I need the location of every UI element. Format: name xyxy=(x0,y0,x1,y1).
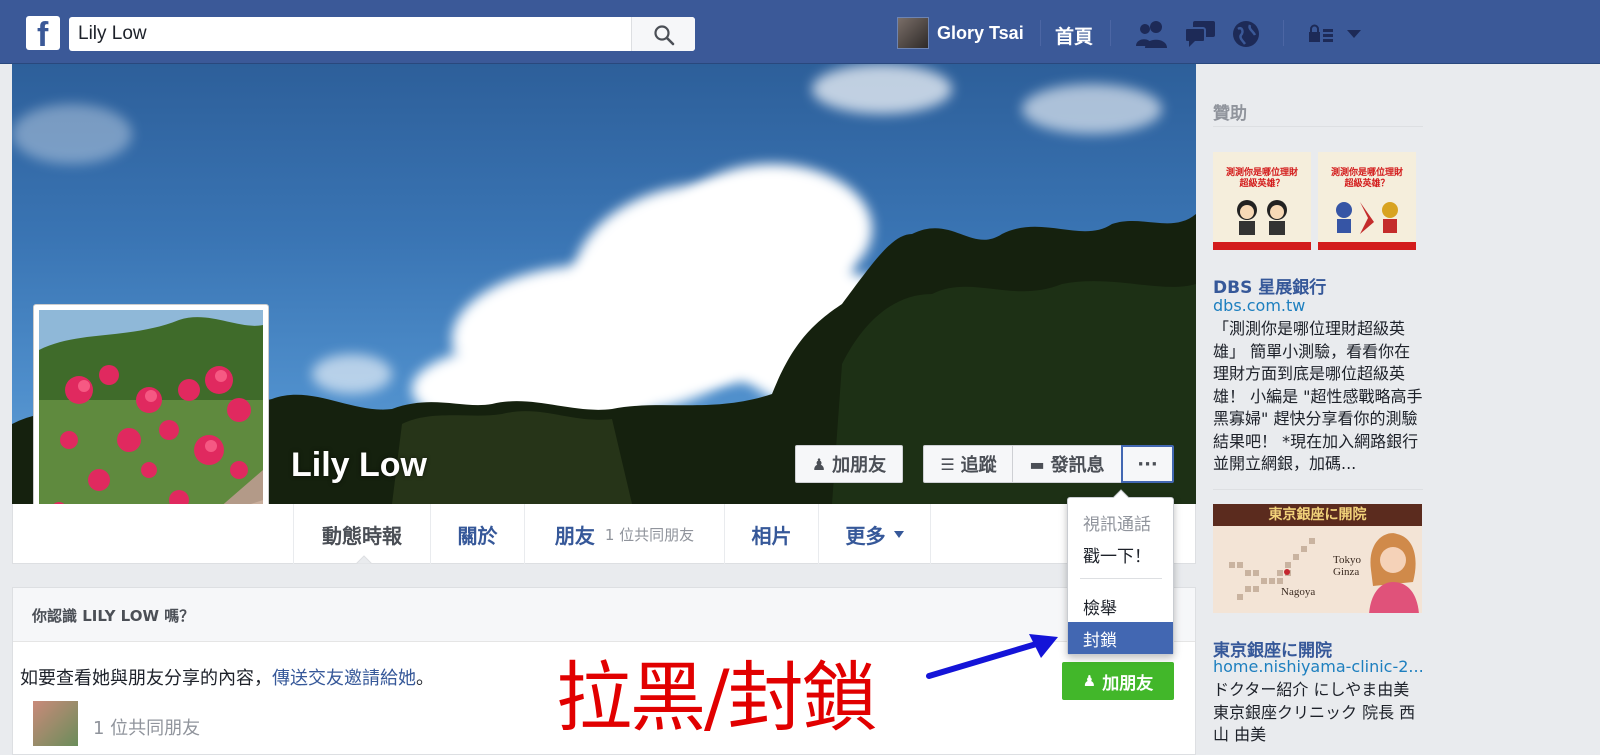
send-friend-request-link[interactable]: 傳送交友邀請給她 xyxy=(272,668,416,689)
search-box xyxy=(69,17,695,51)
ad-dbs-body[interactable]: 「測測你是哪位理財超級英雄」 簡單小測驗，看看你在理財方面到底是哪位超級英雄！ … xyxy=(1213,318,1425,476)
add-friend-button[interactable]: ♟ 加朋友 xyxy=(795,445,903,483)
facebook-logo-icon[interactable]: f xyxy=(26,16,60,52)
follow-button[interactable]: ☰ 追蹤 xyxy=(923,445,1013,483)
rss-follow-icon: ☰ xyxy=(940,454,955,474)
profile-name: Lily Low xyxy=(291,446,427,484)
messages-icon[interactable] xyxy=(1184,20,1216,48)
tab-about-label: 關於 xyxy=(457,523,498,548)
more-options-dropdown-menu: 視訊通話 戳一下！ 檢舉 封鎖 xyxy=(1067,489,1174,655)
menu-item-video-call[interactable]: 視訊通話 xyxy=(1068,506,1173,538)
tab-timeline-label: 動態時報 xyxy=(322,523,402,548)
tab-friends-mutual-count: 1 位共同朋友 xyxy=(604,525,695,544)
ad-clinic-url[interactable]: home.nishiyama-clinic-2.... xyxy=(1213,657,1423,676)
ad-clinic-body[interactable]: ドクター紹介 にしやま由美 東京銀座クリニック 院長 西山 由美 xyxy=(1213,679,1425,747)
nav-user-profile-link[interactable]: Glory Tsai xyxy=(897,16,1024,50)
menu-divider xyxy=(1080,578,1162,579)
annotation-arrow-icon xyxy=(926,634,1058,679)
chevron-down-icon xyxy=(893,530,904,538)
ad-japan-map-image xyxy=(1229,538,1315,600)
card-title: 你認識 LILY LOW 嗎？ xyxy=(32,607,195,625)
active-tab-indicator xyxy=(356,555,372,564)
profile-tab-bar: 動態時報 關於 朋友 1 位共同朋友 相片 更多 xyxy=(12,504,1196,564)
tab-friends[interactable]: 朋友 1 位共同朋友 xyxy=(525,504,725,564)
tab-photos-label: 相片 xyxy=(751,523,792,548)
ad-dbs-url[interactable]: dbs.com.tw xyxy=(1213,296,1423,315)
nav-divider xyxy=(1283,20,1284,46)
ad-clinic-image[interactable]: 東京銀座に開院 Nagoya Tokyo Ginza xyxy=(1213,504,1422,613)
add-friend-label: 加朋友 xyxy=(832,455,887,476)
add-friend-green-label: 加朋友 xyxy=(1102,673,1154,694)
nav-user-name: Glory Tsai xyxy=(937,22,1024,43)
message-icon: ▬ xyxy=(1029,454,1045,474)
menu-caret xyxy=(1112,489,1130,499)
privacy-shortcuts-icon[interactable] xyxy=(1308,24,1334,44)
top-navigation-bar: f Glory Tsai 首頁 xyxy=(0,0,1600,64)
sponsored-heading: 贊助 xyxy=(1213,104,1247,124)
mutual-friends-count[interactable]: 1 位共同朋友 xyxy=(93,714,200,740)
ad-clinic-banner-text: 東京銀座に開院 xyxy=(1213,504,1422,526)
notifications-globe-icon[interactable] xyxy=(1232,20,1260,48)
card-message-text: 如要查看她與朋友分享的內容， xyxy=(20,668,272,689)
add-friend-icon: ♟ xyxy=(811,454,827,474)
annotation-block-label: 拉黑/封鎖 xyxy=(556,653,878,742)
tab-photos[interactable]: 相片 xyxy=(725,504,819,564)
menu-item-block[interactable]: 封鎖 xyxy=(1068,622,1173,654)
ad-cartoon-characters-image xyxy=(1237,200,1287,235)
sidebar-divider xyxy=(1213,489,1423,490)
menu-item-report[interactable]: 檢舉 xyxy=(1068,590,1173,622)
add-friend-icon: ♟ xyxy=(1082,672,1097,690)
more-options-button[interactable]: ··· xyxy=(1121,445,1174,483)
ad-dbs-image-1[interactable]: 測測你是哪位理財超級英雄？ xyxy=(1213,152,1311,250)
avatar xyxy=(897,17,929,49)
nav-divider xyxy=(1040,20,1041,46)
ad-doctor-portrait-image xyxy=(1369,533,1419,613)
ad-dbs-title[interactable]: DBS 星展銀行 xyxy=(1213,273,1326,298)
nav-home-link[interactable]: 首頁 xyxy=(1055,22,1093,49)
card-message: 如要查看她與朋友分享的內容，傳送交友邀請給她。 xyxy=(20,664,434,690)
search-input[interactable] xyxy=(69,17,629,51)
account-menu-chevron-down-icon[interactable] xyxy=(1346,29,1362,39)
tab-friends-label: 朋友 xyxy=(554,523,595,548)
search-button[interactable] xyxy=(631,17,695,51)
ad-dbs-image-text: 測測你是哪位理財超級英雄？ xyxy=(1225,168,1298,189)
add-friend-green-button[interactable]: ♟ 加朋友 xyxy=(1062,662,1174,700)
ad-superhero-characters-image xyxy=(1336,202,1398,234)
card-message-end: 。 xyxy=(416,668,434,689)
ad-dbs-image-text: 測測你是哪位理財超級英雄？ xyxy=(1330,168,1403,189)
menu-item-poke[interactable]: 戳一下！ xyxy=(1068,538,1173,570)
mutual-friend-avatar[interactable] xyxy=(33,701,78,746)
ad-map-label-nagoya: Nagoya xyxy=(1281,586,1316,598)
follow-label: 追蹤 xyxy=(960,455,997,476)
tab-about[interactable]: 關於 xyxy=(431,504,525,564)
profile-photo-flowers-image xyxy=(39,310,263,534)
tab-more[interactable]: 更多 xyxy=(819,504,931,564)
sidebar-divider xyxy=(1213,126,1423,127)
friend-requests-icon[interactable] xyxy=(1136,20,1170,48)
nav-divider xyxy=(1110,20,1111,46)
search-icon xyxy=(654,25,675,46)
message-button[interactable]: ▬ 發訊息 xyxy=(1012,445,1122,483)
more-options-icon: ··· xyxy=(1137,453,1158,475)
tab-more-label: 更多 xyxy=(845,523,886,548)
message-label: 發訊息 xyxy=(1050,455,1105,476)
ad-dbs-image-2[interactable]: 測測你是哪位理財超級英雄？ xyxy=(1318,152,1416,250)
